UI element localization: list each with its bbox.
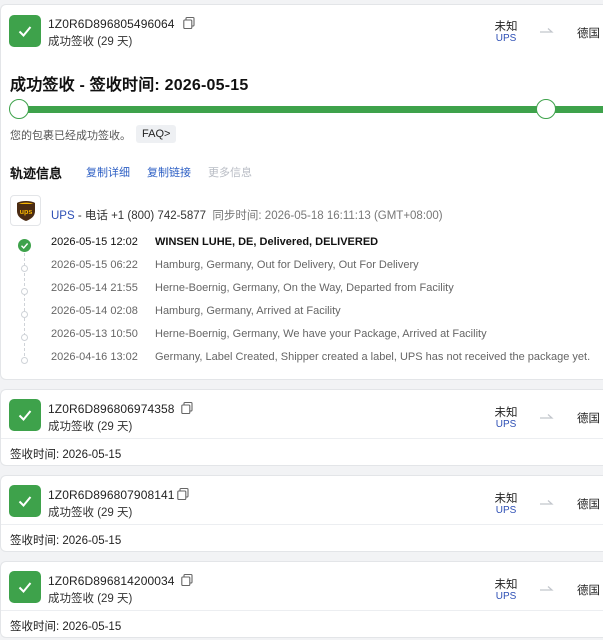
status-subtitle: 成功签收 (29 天) <box>48 507 133 519</box>
origin-country: 未知 <box>494 407 518 419</box>
divider <box>1 438 603 439</box>
copy-icon[interactable] <box>182 16 196 30</box>
event-time: 2026-05-15 06:22 <box>51 259 138 271</box>
origin-country: 未知 <box>494 579 518 591</box>
carrier-short[interactable]: UPS <box>481 419 531 430</box>
copy-icon[interactable] <box>180 401 194 415</box>
arrow-right-icon <box>540 498 556 508</box>
shipment-card[interactable]: 1Z0R6D896806974358 成功签收 (29 天) 未知 UPS 德国… <box>0 389 603 466</box>
check-icon <box>9 15 41 47</box>
event-description: Herne-Boernig, Germany, We have your Pac… <box>155 328 487 340</box>
timeline-dot <box>21 357 28 364</box>
sync-time: 同步时间: 2026-05-18 16:11:13 (GMT+08:00) <box>212 210 443 222</box>
progress-start-dot <box>9 99 29 119</box>
status-subtitle: 成功签收 (29 天) <box>48 36 133 48</box>
check-icon <box>18 239 31 252</box>
destination-country: 德国 <box>577 499 600 511</box>
carrier-short[interactable]: UPS <box>481 591 531 602</box>
arrow-right-icon <box>540 412 556 422</box>
event-time: 2026-04-16 13:02 <box>51 351 138 363</box>
destination-country: 德国 <box>577 28 600 40</box>
tracking-number[interactable]: 1Z0R6D896814200034 <box>48 574 175 588</box>
timeline-dot <box>21 288 28 295</box>
event-description: Herne-Boernig, Germany, On the Way, Depa… <box>155 282 454 294</box>
copy-link-link[interactable]: 复制链接 <box>147 164 191 180</box>
copy-icon[interactable] <box>180 573 194 587</box>
event-description: Hamburg, Germany, Out for Delivery, Out … <box>155 259 419 271</box>
delivery-headline: 成功签收 - 签收时间: 2026-05-15 <box>10 77 249 94</box>
tracking-number[interactable]: 1Z0R6D896805496064 <box>48 17 175 31</box>
timeline-dot <box>21 311 28 318</box>
timeline-dot <box>21 334 28 341</box>
shipment-card[interactable]: 1Z0R6D896814200034 成功签收 (29 天) 未知 UPS 德国… <box>0 561 603 638</box>
carrier-name[interactable]: UPS <box>51 210 75 222</box>
check-icon <box>9 571 41 603</box>
tracking-number[interactable]: 1Z0R6D896806974358 <box>48 402 175 416</box>
status-subtitle: 成功签收 (29 天) <box>48 593 133 605</box>
svg-text:ups: ups <box>19 207 32 216</box>
event-time: 2026-05-15 12:02 <box>51 236 138 248</box>
ups-logo: ups <box>10 195 41 226</box>
signed-time: 签收时间: 2026-05-15 <box>10 621 122 633</box>
origin-country: 未知 <box>494 21 518 33</box>
status-subtitle: 成功签收 (29 天) <box>48 421 133 433</box>
event-time: 2026-05-14 21:55 <box>51 282 138 294</box>
check-icon <box>9 485 41 517</box>
arrow-right-icon <box>540 26 556 36</box>
origin-country: 未知 <box>494 493 518 505</box>
event-time: 2026-05-13 10:50 <box>51 328 138 340</box>
divider <box>1 524 603 525</box>
section-title: 轨迹信息 <box>10 166 63 181</box>
timeline-dot <box>21 265 28 272</box>
check-icon <box>9 399 41 431</box>
destination-country: 德国 <box>577 585 600 597</box>
shipment-card[interactable]: 1Z0R6D896807908141 成功签收 (29 天) 未知 UPS 德国… <box>0 475 603 552</box>
more-info-link[interactable]: 更多信息 <box>208 164 252 180</box>
divider <box>1 610 603 611</box>
carrier-short[interactable]: UPS <box>481 33 531 44</box>
arrow-right-icon <box>540 584 556 594</box>
shipment-card-expanded: 1Z0R6D896805496064 成功签收 (29 天) 未知 UPS 德国… <box>0 4 603 380</box>
destination-country: 德国 <box>577 413 600 425</box>
signed-time: 签收时间: 2026-05-15 <box>10 535 122 547</box>
tracking-number[interactable]: 1Z0R6D896807908141 <box>48 488 175 502</box>
delivered-message: 您的包裹已经成功签收。 <box>10 130 131 142</box>
carrier-phone: - 电话 +1 (800) 742-5877 <box>74 210 207 222</box>
event-description: WINSEN LUHE, DE, Delivered, DELIVERED <box>155 236 379 248</box>
event-description: Hamburg, Germany, Arrived at Facility <box>155 305 341 317</box>
progress-bar <box>17 106 603 113</box>
event-description: Germany, Label Created, Shipper created … <box>155 351 591 363</box>
carrier-short[interactable]: UPS <box>481 505 531 516</box>
carrier-info: UPS - 电话 +1 (800) 742-5877 同步时间: 2026-05… <box>51 207 443 223</box>
faq-button[interactable]: FAQ> <box>136 125 177 143</box>
copy-detail-link[interactable]: 复制详细 <box>86 164 130 180</box>
copy-icon[interactable] <box>176 487 190 501</box>
signed-time: 签收时间: 2026-05-15 <box>10 449 122 461</box>
event-time: 2026-05-14 02:08 <box>51 305 138 317</box>
progress-end-dot <box>536 99 556 119</box>
